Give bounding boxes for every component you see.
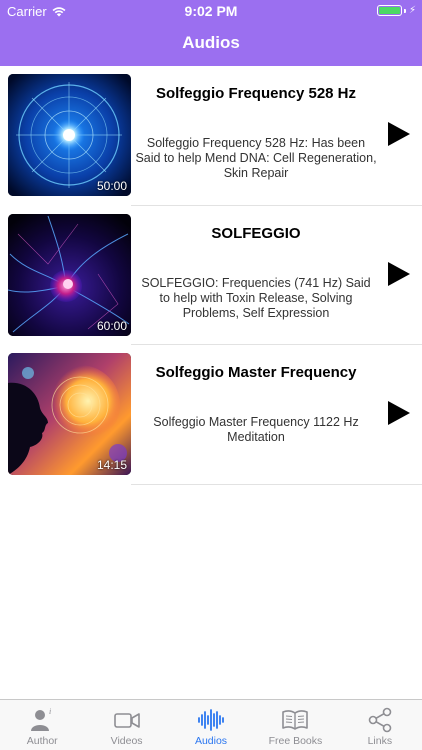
item-description: Solfeggio Master Frequency 1122 Hz Medit… [153,415,359,444]
tab-label: Audios [194,735,228,747]
play-icon[interactable] [388,261,410,286]
thumbnail-solfeggio [8,213,131,336]
item-title: Solfeggio Master Frequency [155,364,357,381]
page-title: Audios [182,33,240,52]
share-icon [368,707,392,733]
battery-icon [376,5,402,16]
tab-label: Links [367,735,393,747]
tab-videos[interactable]: Videos [84,700,168,750]
tab-links[interactable]: Links [338,700,422,750]
thumbnail-master-frequency [8,353,131,475]
tab-audios[interactable]: Audios [169,700,253,750]
tab-bar: i Author Videos Audios Free Books Links [0,699,422,750]
audio-wave-icon [198,709,224,731]
list-item[interactable]: 14:15 Solfeggio Master Frequency Solfegg… [0,345,422,485]
video-camera-icon [113,713,140,728]
tab-label: Author [26,735,58,747]
thumbnail-image: 50:00 [8,74,131,196]
book-icon [282,710,309,730]
audio-list[interactable]: 50:00 Solfeggio Frequency 528 Hz Solfegg… [0,66,422,485]
thumbnail-image: 60:00 [8,213,131,336]
thumbnail-528hz [8,74,131,196]
tab-free-books[interactable]: Free Books [253,700,337,750]
tab-label: Free Books [268,735,323,747]
battery-indicator: ⚡ [376,5,416,16]
tab-author[interactable]: i Author [0,700,84,750]
list-item[interactable]: 50:00 Solfeggio Frequency 528 Hz Solfegg… [0,66,422,206]
charging-icon: ⚡ [408,5,416,16]
screen: Carrier 9:02 PM ⚡ Audios 50:00 Solfeggio… [0,0,422,750]
svg-text:i: i [49,707,51,716]
list-item[interactable]: 60:00 SOLFEGGIO SOLFEGGIO: Frequencies (… [0,206,422,346]
tab-label: Videos [110,735,143,747]
item-description: Solfeggio Frequency 528 Hz: Has been Sai… [135,136,377,180]
play-icon[interactable] [388,401,410,425]
duration-label: 14:15 [96,458,127,472]
thumbnail-image: 14:15 [8,353,131,475]
clock: 9:02 PM [184,3,238,19]
duration-label: 50:00 [96,179,127,193]
author-icon: i [31,707,51,731]
navigation-bar: Carrier 9:02 PM ⚡ Audios [0,0,422,66]
status-bar: Carrier 9:02 PM ⚡ [0,0,422,22]
item-title: Solfeggio Frequency 528 Hz [155,85,357,102]
item-description: SOLFEGGIO: Frequencies (741 Hz) Said to … [141,275,371,320]
item-title: SOLFEGGIO [211,224,301,242]
duration-label: 60:00 [96,318,127,333]
play-icon[interactable] [388,122,410,146]
